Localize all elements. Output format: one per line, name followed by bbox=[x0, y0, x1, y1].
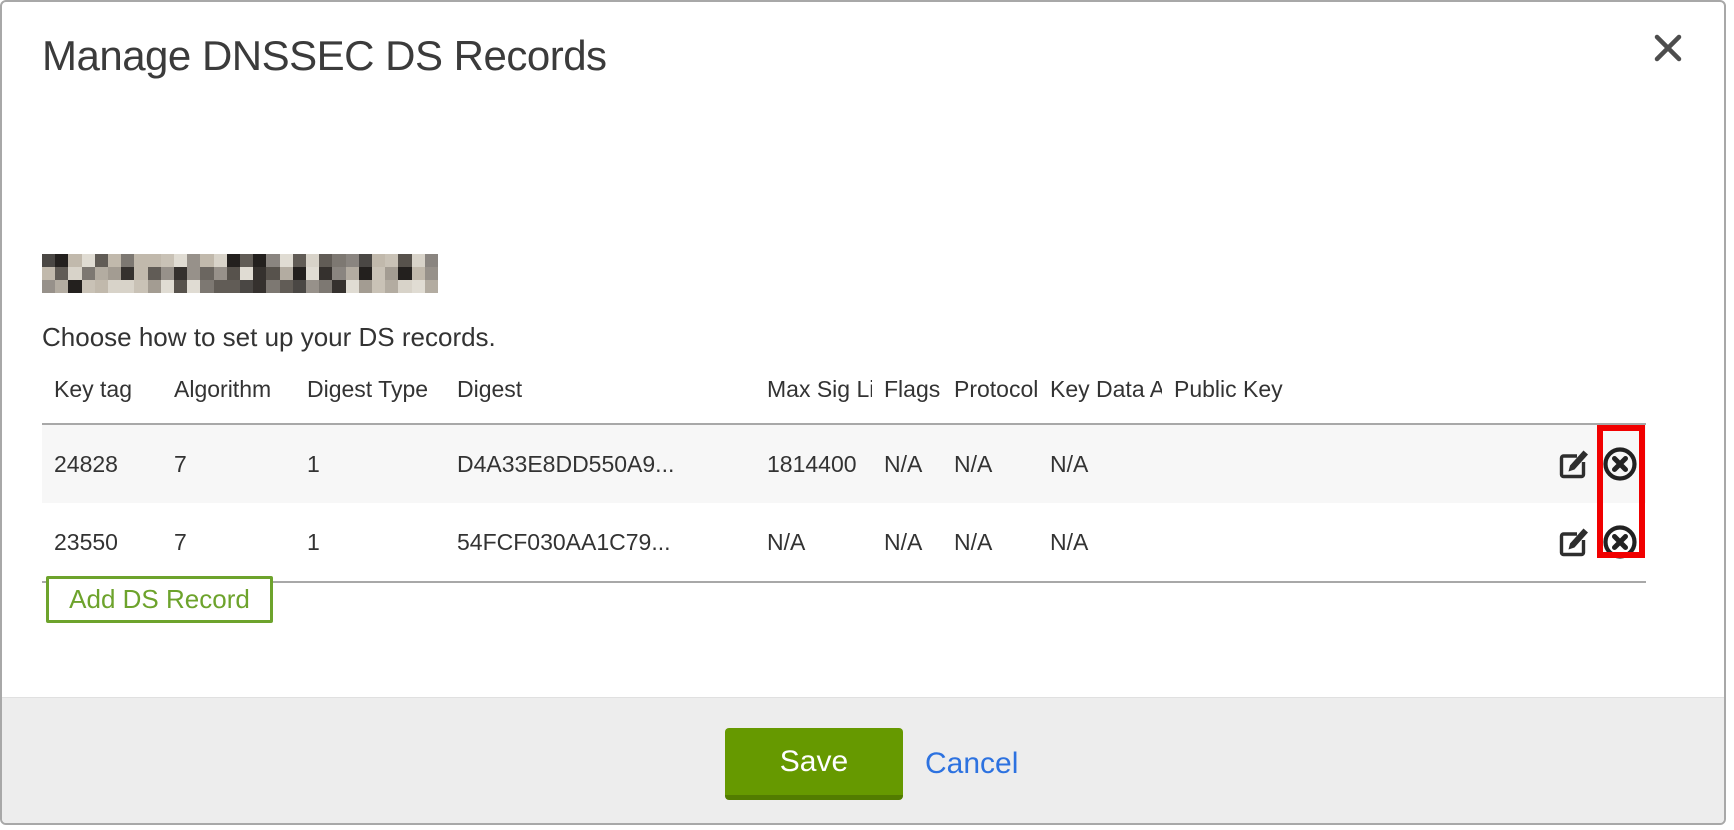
col-header-protocol: Protocol bbox=[942, 360, 1038, 424]
cell-digest-type: 1 bbox=[295, 424, 445, 503]
col-header-digest: Digest bbox=[445, 360, 755, 424]
cell-flags: N/A bbox=[872, 503, 942, 582]
edit-record-icon bbox=[1557, 547, 1590, 562]
table-header-row: Key tag Algorithm Digest Type Digest Max… bbox=[42, 360, 1646, 424]
cell-digest-type: 1 bbox=[295, 503, 445, 582]
cell-key-data-alg: N/A bbox=[1038, 503, 1162, 582]
cell-key-data-alg: N/A bbox=[1038, 424, 1162, 503]
dialog-title: Manage DNSSEC DS Records bbox=[42, 32, 607, 80]
cell-max-sig-life: N/A bbox=[755, 503, 872, 582]
col-header-actions bbox=[1535, 360, 1646, 424]
delete-record-icon bbox=[1602, 548, 1638, 563]
cancel-link[interactable]: Cancel bbox=[925, 728, 1018, 800]
col-header-key-data-alg: Key Data Alg bbox=[1038, 360, 1162, 424]
delete-record-icon bbox=[1602, 470, 1638, 485]
cell-max-sig-life: 1814400 bbox=[755, 424, 872, 503]
cell-actions bbox=[1535, 503, 1646, 582]
ds-records-table: Key tag Algorithm Digest Type Digest Max… bbox=[42, 360, 1646, 583]
edit-record-icon bbox=[1557, 469, 1590, 484]
cell-public-key bbox=[1162, 424, 1535, 503]
col-header-algorithm: Algorithm bbox=[162, 360, 295, 424]
col-header-digest-type: Digest Type bbox=[295, 360, 445, 424]
cell-algorithm: 7 bbox=[162, 424, 295, 503]
col-header-key-tag: Key tag bbox=[42, 360, 162, 424]
cell-flags: N/A bbox=[872, 424, 942, 503]
table-row: 23550 7 1 54FCF030AA1C79... N/A N/A N/A … bbox=[42, 503, 1646, 582]
col-header-flags: Flags bbox=[872, 360, 942, 424]
col-header-max-sig-life: Max Sig Life bbox=[755, 360, 872, 424]
dialog-footer: Save Cancel bbox=[2, 697, 1724, 823]
cell-key-tag: 24828 bbox=[42, 424, 162, 503]
edit-record-button[interactable] bbox=[1557, 448, 1590, 481]
close-icon bbox=[1653, 33, 1683, 63]
delete-record-button[interactable] bbox=[1602, 524, 1638, 560]
close-button[interactable] bbox=[1646, 26, 1690, 70]
col-header-public-key: Public Key bbox=[1162, 360, 1535, 424]
cell-digest: D4A33E8DD550A9... bbox=[445, 424, 755, 503]
cell-digest: 54FCF030AA1C79... bbox=[445, 503, 755, 582]
cell-protocol: N/A bbox=[942, 424, 1038, 503]
cell-protocol: N/A bbox=[942, 503, 1038, 582]
save-button[interactable]: Save bbox=[725, 728, 903, 800]
cell-public-key bbox=[1162, 503, 1535, 582]
add-ds-record-button[interactable]: Add DS Record bbox=[46, 576, 273, 623]
table-row: 24828 7 1 D4A33E8DD550A9... 1814400 N/A … bbox=[42, 424, 1646, 503]
manage-dnssec-ds-records-dialog: Manage DNSSEC DS Records Choose how to s… bbox=[0, 0, 1726, 825]
cell-key-tag: 23550 bbox=[42, 503, 162, 582]
delete-record-button[interactable] bbox=[1602, 446, 1638, 482]
edit-record-button[interactable] bbox=[1557, 526, 1590, 559]
cell-algorithm: 7 bbox=[162, 503, 295, 582]
cell-actions bbox=[1535, 424, 1646, 503]
intro-text: Choose how to set up your DS records. bbox=[42, 322, 496, 353]
redacted-domain-name bbox=[42, 254, 438, 293]
